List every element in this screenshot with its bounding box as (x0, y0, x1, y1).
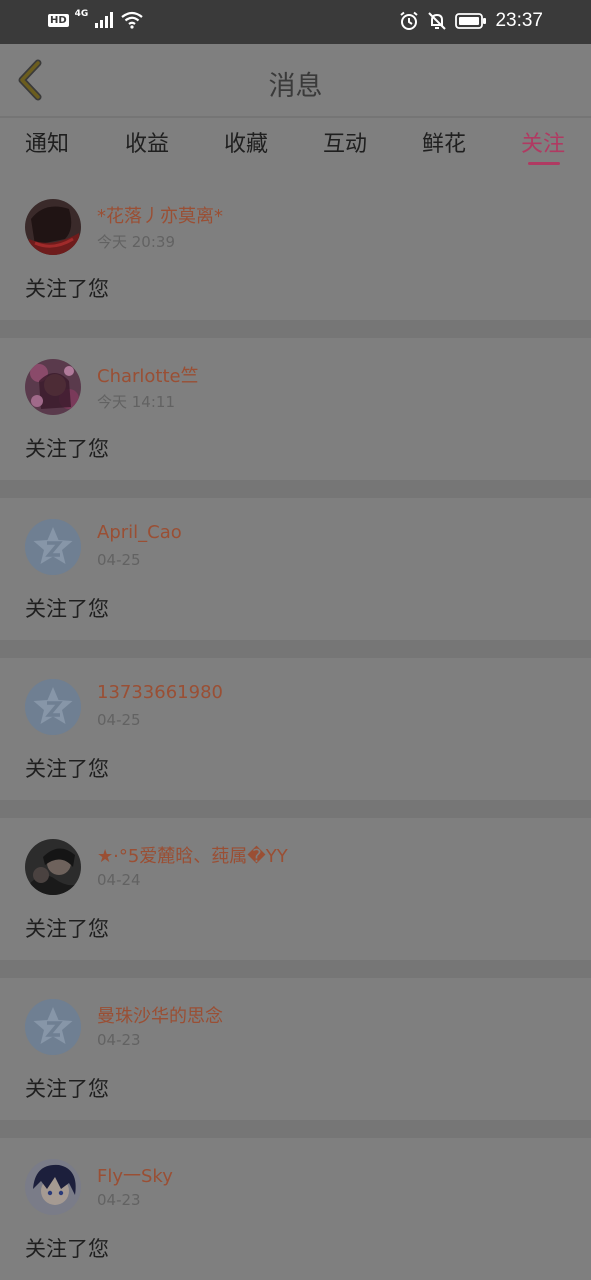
message-text: 关注了您 (25, 437, 109, 461)
mute-bell-icon (428, 12, 447, 30)
message-text: 关注了您 (25, 917, 109, 941)
divider (0, 1120, 591, 1138)
avatar[interactable] (25, 839, 81, 895)
hd-badge: HD (48, 13, 69, 27)
tab-follows[interactable]: 关注 (508, 126, 578, 158)
star-avatar-icon (25, 999, 81, 1055)
divider (0, 320, 591, 338)
message-text: 关注了您 (25, 277, 109, 301)
tab-flowers[interactable]: 鲜花 (409, 126, 479, 158)
default-avatar[interactable] (25, 519, 81, 575)
network-type: 4G (74, 9, 89, 19)
username[interactable]: Charlotte竺 (97, 362, 199, 388)
clock: 23:37 (495, 10, 543, 31)
star-avatar-icon (25, 679, 81, 735)
default-avatar[interactable] (25, 999, 81, 1055)
tab-bar: 通知 收益 收藏 互动 鲜花 关注 (0, 118, 591, 178)
timestamp: 今天 20:39 (97, 233, 175, 251)
status-right: 23:37 (399, 10, 543, 32)
list-item[interactable]: Fly一Sky 04-23 关注了您 (0, 1138, 591, 1280)
page-title: 消息 (268, 71, 323, 102)
active-tab-indicator (528, 162, 560, 165)
username[interactable]: April_Cao (97, 522, 182, 543)
status-left: HD 4G (48, 9, 144, 29)
nav-bar: 消息 (0, 44, 591, 118)
star-avatar-icon (25, 519, 81, 575)
timestamp: 04-23 (97, 1191, 141, 1209)
message-text: 关注了您 (25, 757, 109, 781)
tab-earnings[interactable]: 收益 (112, 126, 182, 158)
timestamp: 今天 14:11 (97, 393, 175, 411)
status-bar: HD 4G 23:37 (0, 0, 591, 44)
avatar[interactable] (25, 1159, 81, 1215)
message-text: 关注了您 (25, 1077, 109, 1101)
tab-notifications[interactable]: 通知 (12, 126, 82, 158)
tab-interactions[interactable]: 互动 (310, 126, 380, 158)
list-item[interactable]: *花落丿亦莫离* 今天 20:39 关注了您 (0, 178, 591, 320)
tab-favorites[interactable]: 收藏 (211, 126, 281, 158)
timestamp: 04-23 (97, 1031, 141, 1049)
username[interactable]: 13733661980 (97, 682, 223, 703)
message-text: 关注了您 (25, 597, 109, 621)
username[interactable]: Fly一Sky (97, 1162, 173, 1188)
timestamp: 04-25 (97, 711, 141, 729)
signal-icon (95, 12, 114, 28)
divider (0, 960, 591, 978)
divider (0, 480, 591, 498)
avatar[interactable] (25, 199, 81, 255)
list-item[interactable]: Charlotte竺 今天 14:11 关注了您 (0, 338, 591, 480)
list-item[interactable]: ★·°5爱麓晗、莼属�YY 04-24 关注了您 (0, 818, 591, 960)
list-item[interactable]: 13733661980 04-25 关注了您 (0, 658, 591, 800)
wifi-icon (121, 11, 144, 29)
username[interactable]: ★·°5爱麓晗、莼属�YY (97, 842, 288, 868)
message-text: 关注了您 (25, 1237, 109, 1261)
username[interactable]: *花落丿亦莫离* (97, 202, 223, 228)
default-avatar[interactable] (25, 679, 81, 735)
list-item[interactable]: April_Cao 04-25 关注了您 (0, 498, 591, 640)
alarm-icon (400, 11, 419, 30)
avatar[interactable] (25, 359, 81, 415)
battery-icon (455, 13, 487, 29)
timestamp: 04-25 (97, 551, 141, 569)
list-item[interactable]: 曼珠沙华的思念 04-23 关注了您 (0, 978, 591, 1120)
timestamp: 04-24 (97, 871, 141, 889)
username[interactable]: 曼珠沙华的思念 (97, 1002, 223, 1028)
divider (0, 640, 591, 658)
divider (0, 800, 591, 818)
